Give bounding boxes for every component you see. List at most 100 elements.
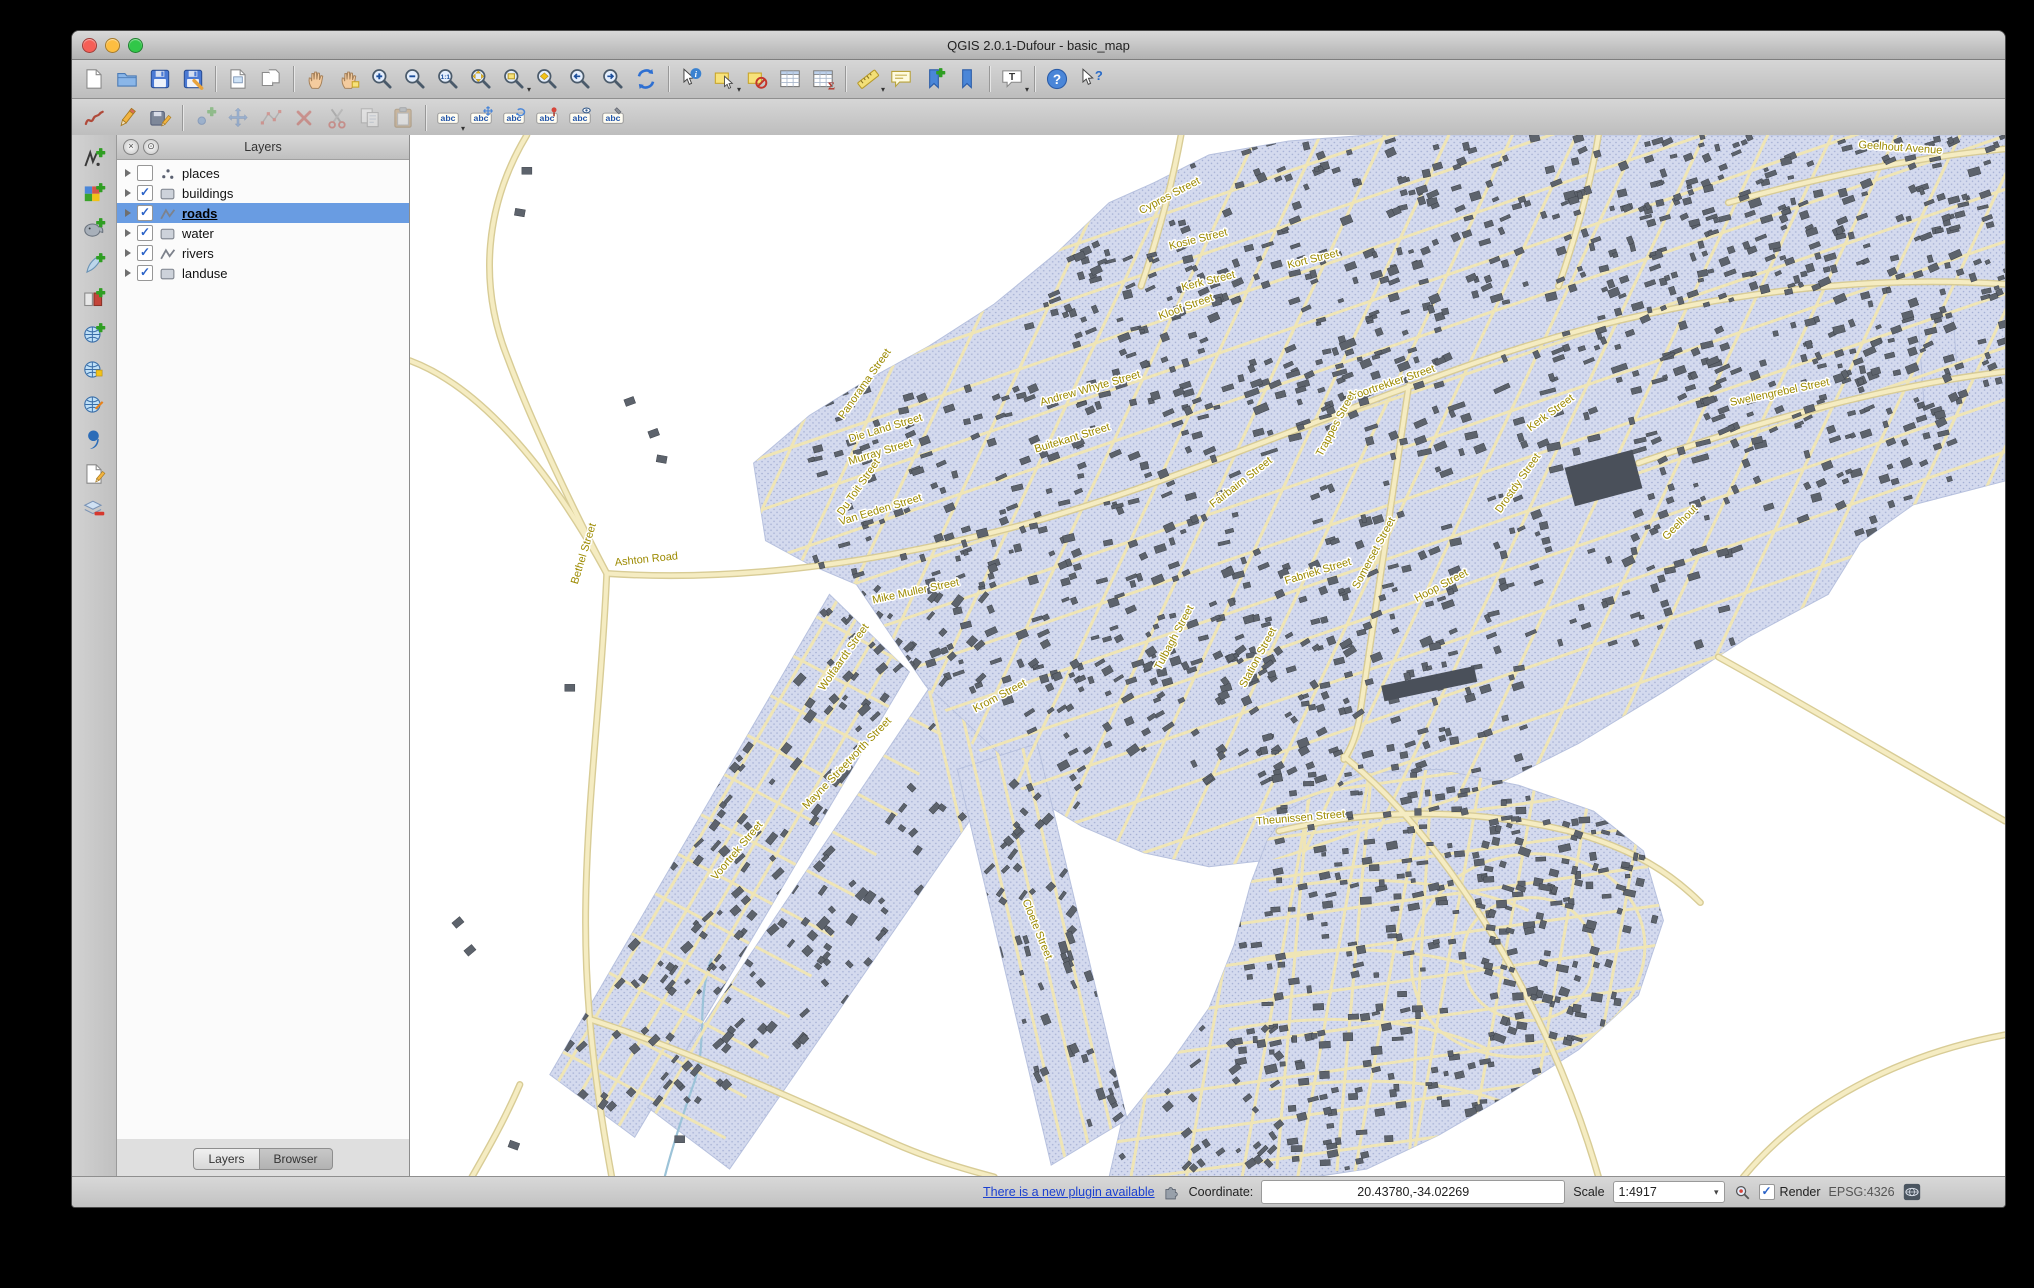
labeling-button[interactable]: abc▾: [432, 102, 464, 134]
crs-status-icon[interactable]: [1903, 1183, 1921, 1201]
toggle-editing-button[interactable]: [111, 102, 143, 134]
layer-visibility-checkbox[interactable]: [137, 165, 153, 181]
add-postgis-layer-button[interactable]: [78, 213, 110, 245]
toolbar-separator: [293, 66, 294, 92]
zoom-to-layer-button[interactable]: [531, 63, 563, 95]
add-delimited-text-layer-button[interactable]: [78, 423, 110, 455]
expand-chevron-icon[interactable]: [125, 229, 131, 237]
add-wcs-layer-button[interactable]: [78, 353, 110, 385]
zoom-actual-size-button[interactable]: 1:1: [432, 63, 464, 95]
deselect-features-button[interactable]: [741, 63, 773, 95]
layer-visibility-checkbox[interactable]: ✓: [137, 245, 153, 261]
zoom-last-button[interactable]: [564, 63, 596, 95]
pan-map-button[interactable]: [300, 63, 332, 95]
map-canvas[interactable]: Geelhout AvenueCypres StreetKosie Street…: [410, 135, 2005, 1177]
new-composer-button[interactable]: [222, 63, 254, 95]
zoom-in-button[interactable]: [366, 63, 398, 95]
minimize-window-button[interactable]: [105, 38, 120, 53]
layer-row-landuse[interactable]: ✓landuse: [117, 263, 409, 283]
label-pin-button[interactable]: abc: [531, 102, 563, 134]
label-show-hide-button[interactable]: abc: [564, 102, 596, 134]
toolbar-separator: [215, 66, 216, 92]
coordinate-input[interactable]: [1261, 1180, 1565, 1204]
move-feature-button[interactable]: [222, 102, 254, 134]
label-properties-button[interactable]: abc: [597, 102, 629, 134]
field-calculator-button[interactable]: Σ: [807, 63, 839, 95]
add-wfs-layer-button[interactable]: [78, 388, 110, 420]
render-checkbox[interactable]: ✓: [1759, 1184, 1775, 1200]
identify-features-button[interactable]: i: [675, 63, 707, 95]
layer-visibility-checkbox[interactable]: ✓: [137, 185, 153, 201]
label-move-button[interactable]: abc: [465, 102, 497, 134]
layer-visibility-checkbox[interactable]: ✓: [137, 205, 153, 221]
text-annotation-button[interactable]: T▾: [996, 63, 1028, 95]
add-vector-layer-button[interactable]: [78, 143, 110, 175]
add-wms-layer-button[interactable]: [78, 318, 110, 350]
layer-row-buildings[interactable]: ✓buildings: [117, 183, 409, 203]
tab-browser[interactable]: Browser: [260, 1148, 333, 1170]
pan-to-selection-button[interactable]: [333, 63, 365, 95]
open-attribute-table-button[interactable]: [774, 63, 806, 95]
cut-features-button[interactable]: [321, 102, 353, 134]
add-spatialite-layer-button[interactable]: [78, 248, 110, 280]
add-raster-layer-icon: [81, 181, 107, 207]
scale-combobox[interactable]: 1:4917 ▾: [1613, 1181, 1725, 1203]
layer-visibility-checkbox[interactable]: ✓: [137, 225, 153, 241]
new-project-button[interactable]: [78, 63, 110, 95]
current-edits-button[interactable]: [78, 102, 110, 134]
save-project-as-button[interactable]: [177, 63, 209, 95]
plugin-icon[interactable]: [1163, 1183, 1181, 1201]
label-rotate-button[interactable]: abc: [498, 102, 530, 134]
zoom-full-icon: [468, 66, 494, 92]
zoom-window-button[interactable]: [128, 38, 143, 53]
measure-line-icon: [855, 66, 881, 92]
copy-features-button[interactable]: [354, 102, 386, 134]
layer-row-rivers[interactable]: ✓rivers: [117, 243, 409, 263]
tab-layers[interactable]: Layers: [193, 1148, 259, 1170]
zoom-next-button[interactable]: [597, 63, 629, 95]
label-rotate-icon: abc: [501, 105, 527, 131]
new-bookmark-button[interactable]: [918, 63, 950, 95]
layer-row-places[interactable]: places: [117, 163, 409, 183]
show-bookmarks-button[interactable]: [951, 63, 983, 95]
scale-magnifier-icon[interactable]: [1733, 1183, 1751, 1201]
expand-chevron-icon[interactable]: [125, 209, 131, 217]
map-refresh-button[interactable]: [630, 63, 662, 95]
save-project-button[interactable]: [144, 63, 176, 95]
titlebar[interactable]: QGIS 2.0.1-Dufour - basic_map: [72, 31, 2005, 60]
expand-chevron-icon[interactable]: [125, 269, 131, 277]
open-project-button[interactable]: [111, 63, 143, 95]
layer-row-roads[interactable]: ✓roads: [117, 203, 409, 223]
layer-visibility-checkbox[interactable]: ✓: [137, 265, 153, 281]
zoom-full-button[interactable]: [465, 63, 497, 95]
plugin-available-link[interactable]: There is a new plugin available: [983, 1185, 1155, 1199]
help-contents-button[interactable]: ?: [1041, 63, 1073, 95]
remove-layer-button[interactable]: [78, 493, 110, 525]
save-layer-edits-button[interactable]: [144, 102, 176, 134]
paste-features-button[interactable]: [387, 102, 419, 134]
delete-selected-button[interactable]: [288, 102, 320, 134]
close-window-button[interactable]: [82, 38, 97, 53]
panel-title: Layers: [244, 140, 282, 154]
composer-manager-button[interactable]: [255, 63, 287, 95]
panel-close-icon[interactable]: ×: [123, 139, 139, 155]
expand-chevron-icon[interactable]: [125, 249, 131, 257]
select-features-button[interactable]: ▾: [708, 63, 740, 95]
layer-row-water[interactable]: ✓water: [117, 223, 409, 243]
expand-chevron-icon[interactable]: [125, 169, 131, 177]
add-raster-layer-button[interactable]: [78, 178, 110, 210]
whats-this-button[interactable]: ?: [1074, 63, 1106, 95]
expand-chevron-icon[interactable]: [125, 189, 131, 197]
zoom-to-selection-button[interactable]: ▾: [498, 63, 530, 95]
new-shapefile-layer-button[interactable]: [78, 458, 110, 490]
panel-float-icon[interactable]: ⊙: [143, 139, 159, 155]
panel-tabs: Layers Browser: [117, 1148, 409, 1170]
add-mssql-layer-button[interactable]: [78, 283, 110, 315]
map-tips-button[interactable]: [885, 63, 917, 95]
capture-point-button[interactable]: [189, 102, 221, 134]
main-toolbar: 1:1▾i▾Σ▾T▾??: [72, 60, 2005, 99]
window-title: QGIS 2.0.1-Dufour - basic_map: [947, 38, 1130, 53]
measure-line-button[interactable]: ▾: [852, 63, 884, 95]
node-tool-button[interactable]: [255, 102, 287, 134]
zoom-out-button[interactable]: [399, 63, 431, 95]
